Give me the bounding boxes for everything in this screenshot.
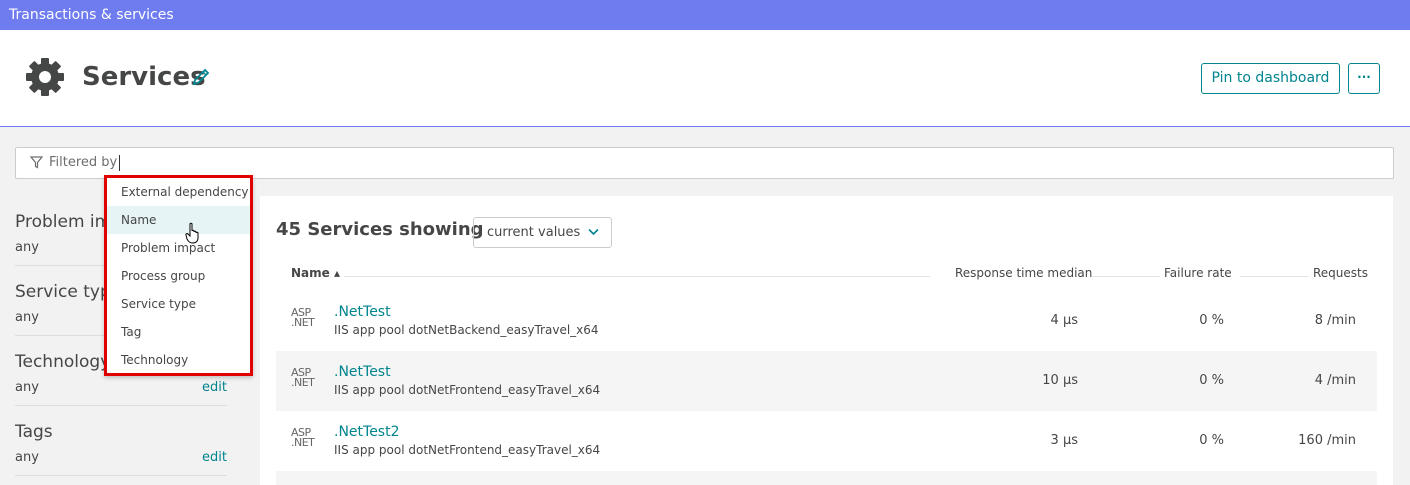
response-time-cell: 10 μs bbox=[1042, 373, 1078, 388]
aspnet-icon: ASP .NET bbox=[291, 366, 315, 389]
facet-value: any bbox=[15, 380, 39, 395]
menu-item-tag[interactable]: Tag bbox=[107, 318, 250, 346]
menu-item-name[interactable]: Name bbox=[107, 206, 250, 234]
page-title: Services bbox=[82, 62, 206, 92]
values-select-label: current values bbox=[487, 225, 581, 240]
service-process: IIS app pool dotNetBackend_easyTravel_x6… bbox=[334, 323, 599, 337]
column-divider bbox=[1240, 276, 1308, 277]
facet-edit-link[interactable]: edit bbox=[202, 450, 227, 465]
column-divider bbox=[1092, 276, 1160, 277]
column-divider bbox=[344, 276, 930, 277]
service-process: IIS app pool dotNetFrontend_easyTravel_x… bbox=[334, 383, 601, 397]
pin-to-dashboard-button[interactable]: Pin to dashboard bbox=[1201, 63, 1340, 94]
text-caret bbox=[119, 155, 120, 171]
menu-item-service-type[interactable]: Service type bbox=[107, 290, 250, 318]
response-time-cell: 4 μs bbox=[1050, 313, 1078, 328]
menu-item-external-dependency[interactable]: External dependency bbox=[107, 178, 250, 206]
column-header-response-time[interactable]: Response time median bbox=[955, 266, 1092, 280]
menu-item-technology[interactable]: Technology bbox=[107, 346, 250, 374]
chevron-down-icon bbox=[588, 228, 599, 236]
service-name-link[interactable]: .NetTest bbox=[334, 304, 391, 320]
facet-title: Tags bbox=[15, 422, 53, 442]
column-header-requests[interactable]: Requests bbox=[1313, 266, 1368, 280]
top-bar: Transactions & services bbox=[0, 0, 1410, 30]
requests-cell: 160 /min bbox=[1298, 433, 1356, 448]
menu-item-problem-impact[interactable]: Problem impact bbox=[107, 234, 250, 262]
failure-rate-cell: 0 % bbox=[1199, 313, 1224, 328]
facet-edit-link[interactable]: edit bbox=[202, 380, 227, 395]
top-bar-title[interactable]: Transactions & services bbox=[9, 7, 174, 23]
failure-rate-cell: 0 % bbox=[1199, 433, 1224, 448]
facet-title: Technology bbox=[15, 352, 111, 372]
aspnet-icon: ASP .NET bbox=[291, 426, 315, 449]
response-time-cell: 3 μs bbox=[1050, 433, 1078, 448]
table-row[interactable]: ASP .NET .NetTest2 IIS app pool dotNetFro… bbox=[276, 411, 1377, 471]
service-process: IIS app pool dotNetFrontend_easyTravel_x… bbox=[334, 443, 601, 457]
failure-rate-cell: 0 % bbox=[1199, 373, 1224, 388]
services-count-title: 45 Services showing bbox=[276, 219, 484, 240]
requests-cell: 4 /min bbox=[1314, 373, 1356, 388]
values-select[interactable]: current values bbox=[473, 217, 612, 248]
page-header: Services Pin to dashboard ··· bbox=[0, 30, 1410, 127]
aspnet-icon: ASP .NET bbox=[291, 306, 315, 329]
facet-value: any bbox=[15, 310, 39, 325]
gear-icon bbox=[26, 58, 64, 96]
service-name-link[interactable]: .NetTest2 bbox=[334, 424, 400, 440]
service-name-link[interactable]: .NetTest bbox=[334, 364, 391, 380]
requests-cell: 8 /min bbox=[1314, 313, 1356, 328]
filter-dropdown-menu: External dependency Name Problem impact … bbox=[104, 175, 253, 376]
filter-label: Filtered by bbox=[49, 155, 118, 170]
filter-icon bbox=[30, 156, 43, 169]
column-header-name[interactable]: Name ▴ bbox=[291, 266, 340, 280]
column-header-failure-rate[interactable]: Failure rate bbox=[1164, 266, 1232, 280]
services-panel: 45 Services showing current values Name … bbox=[260, 196, 1393, 485]
menu-item-process-group[interactable]: Process group bbox=[107, 262, 250, 290]
facet-value: any bbox=[15, 450, 39, 465]
more-options-button[interactable]: ··· bbox=[1348, 63, 1380, 94]
hand-cursor-icon bbox=[185, 222, 199, 244]
table-row[interactable] bbox=[276, 471, 1377, 485]
facet-tags: Tags any edit bbox=[15, 406, 227, 476]
facet-value: any bbox=[15, 240, 39, 255]
table-row[interactable]: ASP .NET .NetTest IIS app pool dotNetBack… bbox=[276, 291, 1377, 351]
table-row[interactable]: ASP .NET .NetTest IIS app pool dotNetFron… bbox=[276, 351, 1377, 411]
pencil-icon[interactable] bbox=[191, 67, 211, 87]
